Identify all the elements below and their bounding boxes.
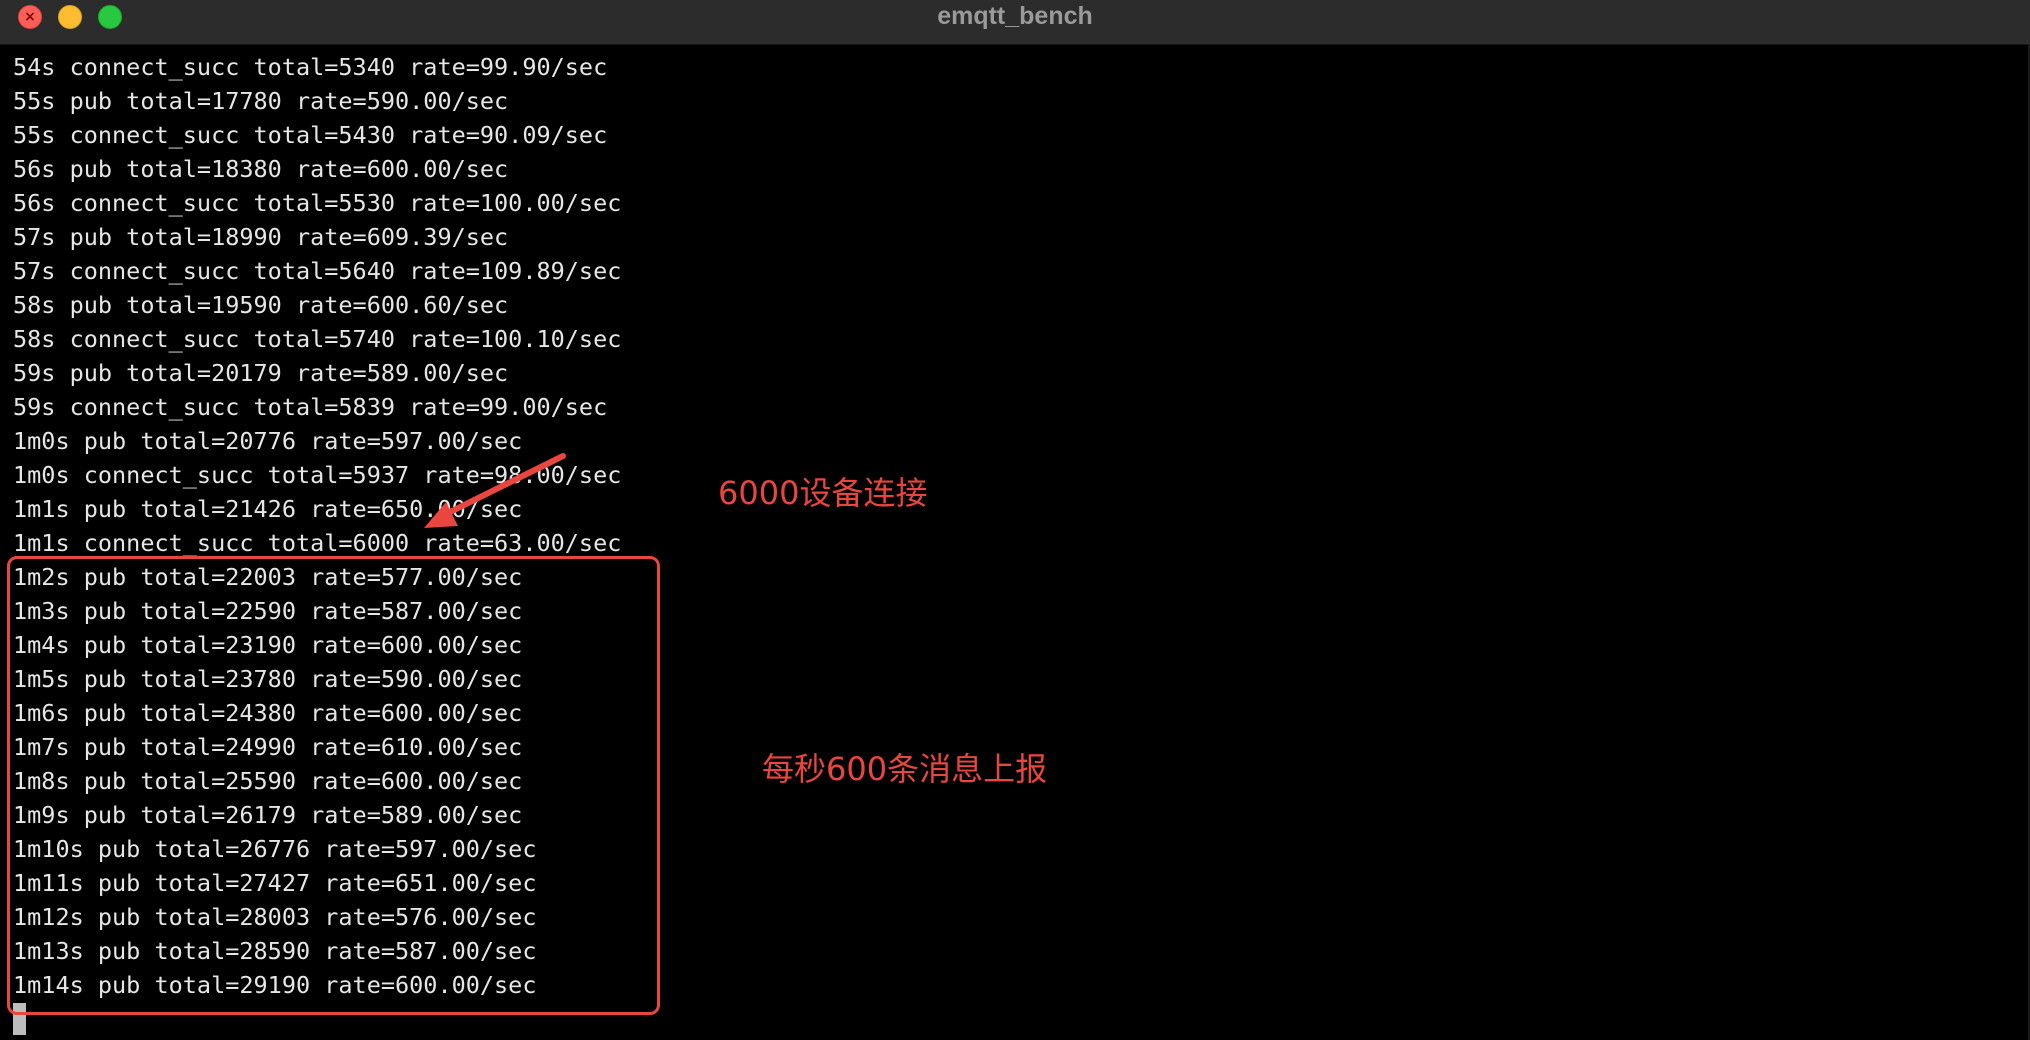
- terminal-line: 55s connect_succ total=5430 rate=90.09/s…: [13, 121, 608, 149]
- terminal-line: 1m0s pub total=20776 rate=597.00/sec: [13, 427, 523, 455]
- terminal-window: × emqtt_bench 54s connect_succ total=534…: [0, 0, 2030, 1040]
- highlight-box: [7, 556, 660, 1015]
- terminal-line: 57s connect_succ total=5640 rate=109.89/…: [13, 257, 622, 285]
- title-bar[interactable]: × emqtt_bench: [0, 0, 2030, 45]
- terminal-line: 59s pub total=20179 rate=589.00/sec: [13, 359, 509, 387]
- terminal-line: 58s connect_succ total=5740 rate=100.10/…: [13, 325, 622, 353]
- terminal-line: 1m0s connect_succ total=5937 rate=98.00/…: [13, 461, 622, 489]
- terminal-line: 1m1s connect_succ total=6000 rate=63.00/…: [13, 529, 622, 557]
- annotation-connections: 6000设备连接: [718, 474, 928, 512]
- annotation-messages: 每秒600条消息上报: [762, 750, 1048, 788]
- terminal-line: 58s pub total=19590 rate=600.60/sec: [13, 291, 509, 319]
- window-title: emqtt_bench: [937, 2, 1093, 30]
- terminal-line: 1m1s pub total=21426 rate=650.00/sec: [13, 495, 523, 523]
- terminal-line: 56s connect_succ total=5530 rate=100.00/…: [13, 189, 622, 217]
- terminal-line: 57s pub total=18990 rate=609.39/sec: [13, 223, 509, 251]
- terminal-line: 59s connect_succ total=5839 rate=99.00/s…: [13, 393, 608, 421]
- terminal-line: 54s connect_succ total=5340 rate=99.90/s…: [13, 53, 608, 81]
- terminal-line: 55s pub total=17780 rate=590.00/sec: [13, 87, 509, 115]
- terminal-line: 56s pub total=18380 rate=600.00/sec: [13, 155, 509, 183]
